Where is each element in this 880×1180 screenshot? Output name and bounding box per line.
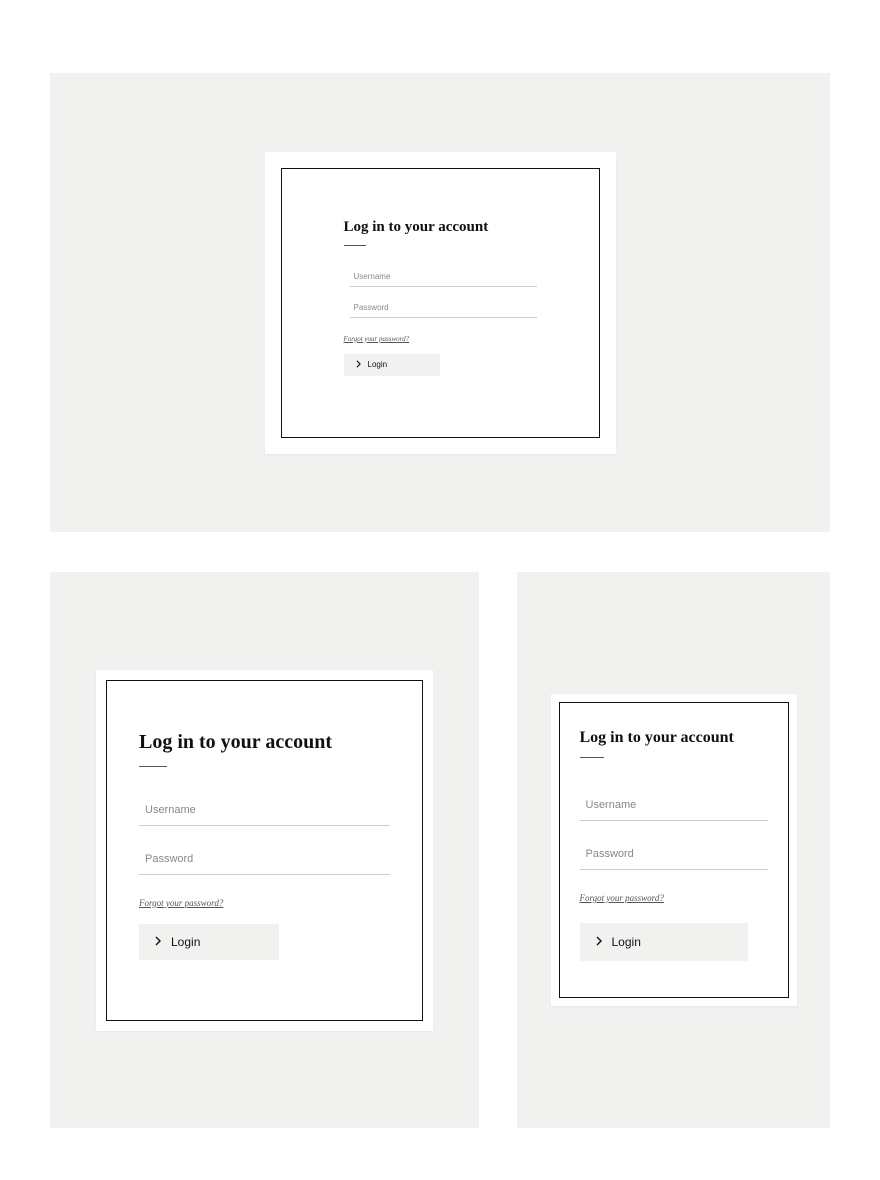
login-heading: Log in to your account (139, 731, 390, 754)
login-heading: Log in to your account (344, 219, 537, 236)
preview-panel-tablet: Log in to your account Forgot your passw… (50, 572, 479, 1128)
heading-underline (580, 757, 604, 758)
login-heading: Log in to your account (580, 729, 768, 747)
preview-panel-mobile: Log in to your account Forgot your passw… (517, 572, 830, 1128)
login-form: Log in to your account Forgot your passw… (580, 729, 768, 961)
login-card-outer: Log in to your account Forgot your passw… (96, 670, 433, 1031)
password-input[interactable] (580, 839, 768, 870)
login-card-inner: Log in to your account Forgot your passw… (106, 680, 423, 1021)
login-button[interactable]: Login (344, 354, 440, 376)
username-input[interactable] (139, 795, 390, 826)
login-button-label: Login (612, 935, 641, 949)
heading-underline (344, 245, 366, 246)
username-input[interactable] (580, 790, 768, 821)
forgot-password-link[interactable]: Forgot your password? (580, 893, 664, 903)
login-button-label: Login (368, 360, 388, 369)
login-card-outer: Log in to your account Forgot your passw… (265, 152, 616, 454)
login-card-outer: Log in to your account Forgot your passw… (551, 694, 797, 1006)
password-input[interactable] (350, 298, 537, 318)
chevron-right-icon (155, 936, 161, 948)
chevron-right-icon (356, 360, 361, 370)
login-card-inner: Log in to your account Forgot your passw… (281, 168, 600, 438)
password-input[interactable] (139, 844, 390, 875)
login-form: Log in to your account Forgot your passw… (344, 219, 537, 376)
login-card-inner: Log in to your account Forgot your passw… (559, 702, 789, 998)
forgot-password-link[interactable]: Forgot your password? (139, 898, 223, 908)
login-button-label: Login (171, 935, 200, 949)
heading-underline (139, 766, 167, 767)
login-button[interactable]: Login (580, 923, 748, 961)
preview-panel-desktop: Log in to your account Forgot your passw… (50, 73, 830, 532)
username-input[interactable] (350, 267, 537, 287)
login-form: Log in to your account Forgot your passw… (139, 731, 390, 960)
chevron-right-icon (596, 936, 602, 948)
forgot-password-link[interactable]: Forgot your password? (344, 335, 410, 343)
login-button[interactable]: Login (139, 924, 279, 960)
